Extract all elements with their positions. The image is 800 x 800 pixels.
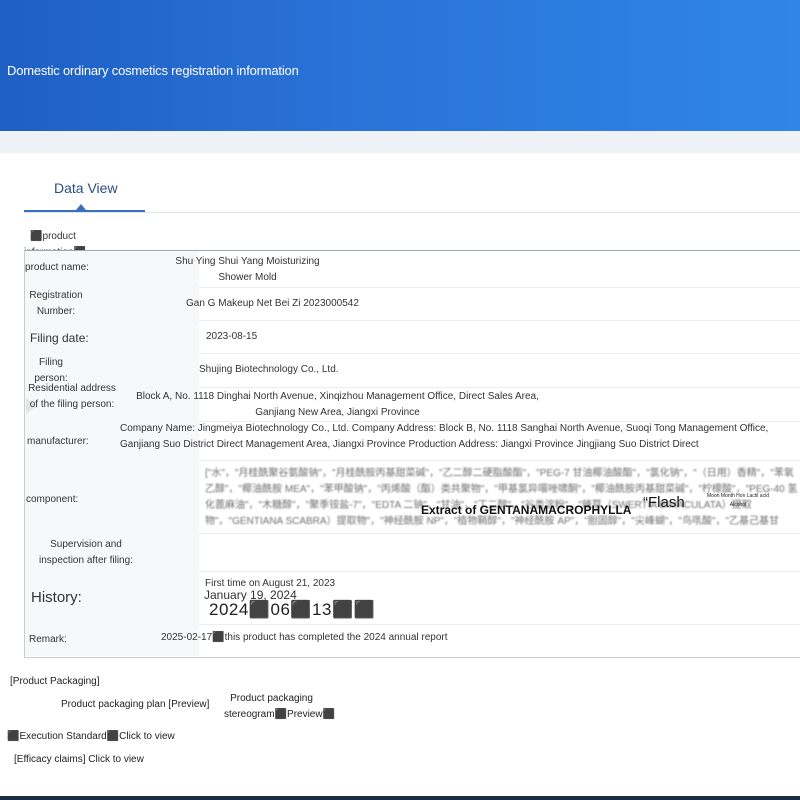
label-registration-number: Registration Number:	[29, 290, 83, 317]
packaging-heading: [Product Packaging]	[10, 676, 100, 687]
execution-standard-link[interactable]: ⬛Execution Standard⬛Click to view	[7, 731, 175, 742]
row-divider	[199, 533, 800, 534]
label-supervision: Supervision and inspection after filing:	[39, 539, 133, 566]
label-residential-address: Residential address of the filing person…	[28, 383, 116, 410]
row-divider	[199, 624, 800, 625]
label-product-name: product name:	[25, 262, 89, 273]
efficacy-claims-link[interactable]: [Efficacy claims] Click to view	[14, 754, 144, 765]
packaging-plan-preview-link[interactable]: Product packaging plan [Preview]	[61, 699, 209, 710]
tab-bar: Data View	[24, 170, 800, 213]
value-manufacturer: Company Name: Jingmeiya Biotechnology Co…	[120, 423, 769, 450]
value-filing-person: Shujing Biotechnology Co., Ltd.	[199, 364, 339, 375]
row-divider	[199, 387, 800, 388]
value-remark: 2025-02-17⬛this product has completed th…	[161, 632, 448, 643]
packaging-stereogram-preview-link[interactable]: Product packaging stereogram⬛Preview⬛	[224, 691, 335, 723]
label-manufacturer: manufacturer:	[27, 436, 89, 447]
history-entry: 2024⬛06⬛13⬛⬛	[209, 600, 376, 619]
value-registration-number: Gan G Makeup Net Bei Zi 2023000542	[186, 298, 359, 309]
value-residential-address: Block A, No. 1118 Dinghai North Avenue, …	[136, 391, 539, 418]
row-divider	[199, 353, 800, 354]
row-divider	[199, 320, 800, 321]
label-component: component:	[26, 494, 79, 505]
overlay-flash-text: “Flash	[643, 494, 685, 511]
label-history: History:	[31, 589, 82, 606]
label-remark: Remark:	[29, 634, 67, 645]
label-filing-date: Filing date:	[30, 331, 89, 345]
row-divider	[199, 571, 800, 572]
header-banner: Domestic ordinary cosmetics registration…	[0, 0, 800, 131]
value-product-name: Shu Ying Shui Yang Moisturizing Shower M…	[175, 256, 320, 283]
footer-rule	[0, 796, 800, 800]
tab-active-underline	[24, 210, 145, 212]
overlay-small-note: Moon Month Hon Lactil acid Alcohol	[707, 493, 769, 508]
banner-divider	[0, 131, 800, 153]
row-divider	[199, 460, 800, 461]
banner-title: Domestic ordinary cosmetics registration…	[7, 63, 299, 78]
value-filing-date: 2023-08-15	[206, 331, 258, 342]
row-divider	[199, 287, 800, 288]
overlay-extract-text: Extract of GENTANAMACROPHYLLA	[421, 503, 632, 517]
tab-data-view[interactable]: Data View	[54, 180, 118, 196]
